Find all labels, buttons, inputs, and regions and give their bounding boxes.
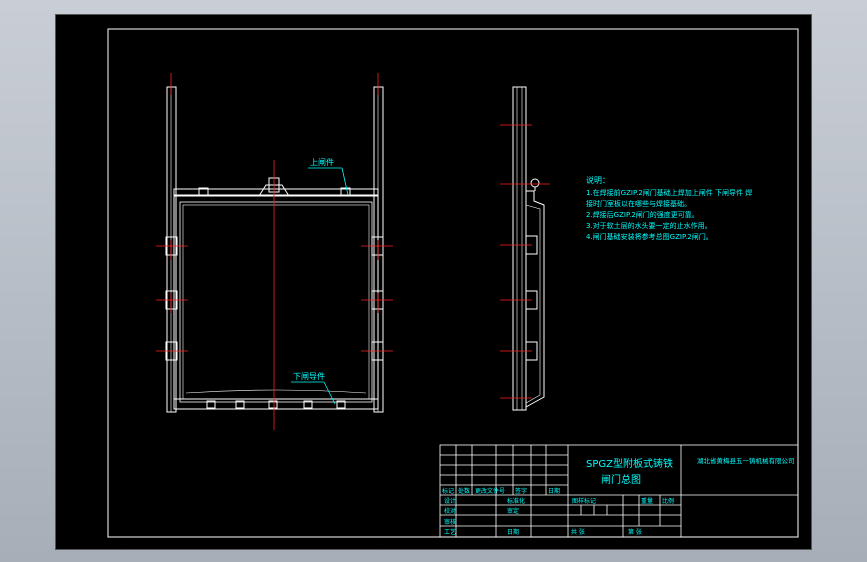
front-view-centerlines xyxy=(156,73,393,430)
side-hinge xyxy=(530,178,540,188)
rev-header-mark: 标记 xyxy=(442,487,454,495)
note-line-1: 1.在焊接前GZIP.2闸门基础上焊加上闸件 下闸导件 焊 xyxy=(586,188,752,197)
label-sheets-total: 共 张 xyxy=(571,528,585,536)
drawing-title-line2: 闸门总图 xyxy=(601,473,641,486)
role-review: 审核 xyxy=(444,518,456,526)
callout-leaders xyxy=(291,167,349,405)
title-block-text: SPGZ型附板式铸铁 闸门总图 湖北省黄梅县五一铸机械有限公司 标记 处数 更改… xyxy=(442,456,795,536)
callout-lower-part: 下闸导件 xyxy=(293,371,325,381)
side-view xyxy=(512,86,545,411)
label-weight: 重量 xyxy=(641,497,653,505)
role-design: 设计 xyxy=(444,497,456,505)
drawing-border xyxy=(107,28,799,538)
notes-block: 说明： 1.在焊接前GZIP.2闸门基础上焊加上闸件 下闸导件 焊 接时门室板以… xyxy=(586,175,752,241)
label-stage-mark: 图样标记 xyxy=(572,497,596,505)
side-guide-rail xyxy=(512,86,527,411)
role-process: 工艺 xyxy=(444,528,456,536)
company-name: 湖北省黄梅县五一铸机械有限公司 xyxy=(697,456,795,465)
drawing-canvas[interactable]: 上闸件 下闸导件 说明： 1.在焊接前GZIP.2闸门基础上焊加上闸件 下闸导件… xyxy=(56,15,811,549)
side-gate-profile xyxy=(525,190,545,408)
gate-body xyxy=(173,195,379,410)
rev-header-date: 日期 xyxy=(548,487,560,495)
note-line-2: 接时门室板以在哪些与焊接基础。 xyxy=(586,199,691,208)
rev-header-sign: 签字 xyxy=(515,487,527,495)
front-view xyxy=(165,86,384,413)
note-line-5: 4.闸门基础安装将参考总图GZIP.2闸门。 xyxy=(586,232,713,241)
left-guide-rail xyxy=(166,86,177,413)
note-line-3: 2.焊接后GZIP.2闸门的强度更可靠。 xyxy=(586,210,699,219)
label-date: 日期 xyxy=(507,528,519,536)
note-line-4: 3.对于软土层的水头要一定的止水作用。 xyxy=(586,221,712,230)
label-scale: 比例 xyxy=(662,497,674,505)
cad-viewport[interactable]: 上闸件 下闸导件 说明： 1.在焊接前GZIP.2闸门基础上焊加上闸件 下闸导件… xyxy=(55,14,812,550)
drawing-title-line1: SPGZ型附板式铸铁 xyxy=(586,457,673,470)
side-view-centerlines xyxy=(500,124,550,399)
label-approve: 审定 xyxy=(507,507,519,515)
label-standardization: 标准化 xyxy=(507,497,525,505)
callout-upper-part: 上闸件 xyxy=(310,157,334,167)
rev-header-count: 处数 xyxy=(458,487,470,495)
label-sheet-no: 第 张 xyxy=(628,528,642,536)
notes-heading: 说明： xyxy=(586,175,610,185)
rev-header-doc: 更改文件号 xyxy=(475,487,505,495)
role-check: 校对 xyxy=(444,507,456,515)
